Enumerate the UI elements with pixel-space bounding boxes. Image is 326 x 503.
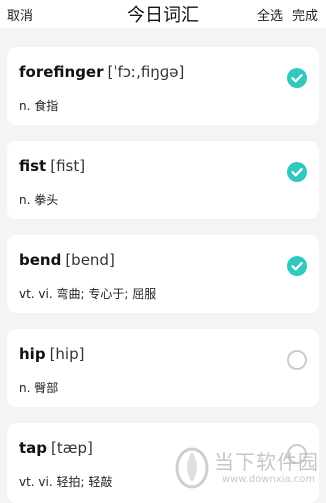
word-text: fist	[19, 157, 47, 175]
phonetic-text: [bend]	[65, 251, 115, 269]
word-text: tap	[19, 439, 48, 457]
word-line: hip [hip]	[19, 345, 84, 363]
word-card[interactable]: forefinger [ˈfɔː,fiŋɡə] n. 食指	[7, 47, 319, 125]
checked-circle-icon[interactable]	[287, 256, 307, 276]
meaning-text: vt. vi. 轻拍; 轻敲	[19, 475, 113, 489]
watermark: 当下软件园 www.downxia.com	[172, 440, 322, 496]
unchecked-circle-icon[interactable]	[287, 350, 307, 370]
watermark-url: www.downxia.com	[222, 474, 316, 485]
word-line: bend [bend]	[19, 251, 115, 269]
word-card[interactable]: fist [fist] n. 拳头	[7, 141, 319, 219]
checked-circle-icon[interactable]	[287, 162, 307, 182]
checked-circle-icon[interactable]	[287, 68, 307, 88]
meaning-text: n. 臀部	[19, 381, 59, 395]
word-line: fist [fist]	[19, 157, 85, 175]
select-all-button[interactable]: 全选	[257, 5, 283, 24]
top-bar: 取消 今日词汇 全选 完成	[0, 0, 326, 28]
phonetic-text: [fist]	[50, 157, 86, 175]
meaning-text: vt. vi. 弯曲; 专心于; 屈服	[19, 287, 157, 301]
watermark-logo-icon	[175, 447, 209, 489]
phonetic-text: [ˈfɔː,fiŋɡə]	[107, 63, 185, 81]
word-text: forefinger	[19, 63, 104, 81]
word-text: hip	[19, 345, 46, 363]
phonetic-text: [hip]	[49, 345, 85, 363]
word-text: bend	[19, 251, 62, 269]
word-card[interactable]: bend [bend] vt. vi. 弯曲; 专心于; 屈服	[7, 235, 319, 313]
word-line: tap [tæp]	[19, 439, 93, 457]
done-button[interactable]: 完成	[292, 5, 318, 24]
meaning-text: n. 拳头	[19, 193, 59, 207]
meaning-text: n. 食指	[19, 99, 59, 113]
word-card[interactable]: hip [hip] n. 臀部	[7, 329, 319, 407]
phonetic-text: [tæp]	[51, 439, 93, 457]
watermark-brand: 当下软件园	[214, 450, 319, 474]
word-line: forefinger [ˈfɔː,fiŋɡə]	[19, 63, 184, 81]
